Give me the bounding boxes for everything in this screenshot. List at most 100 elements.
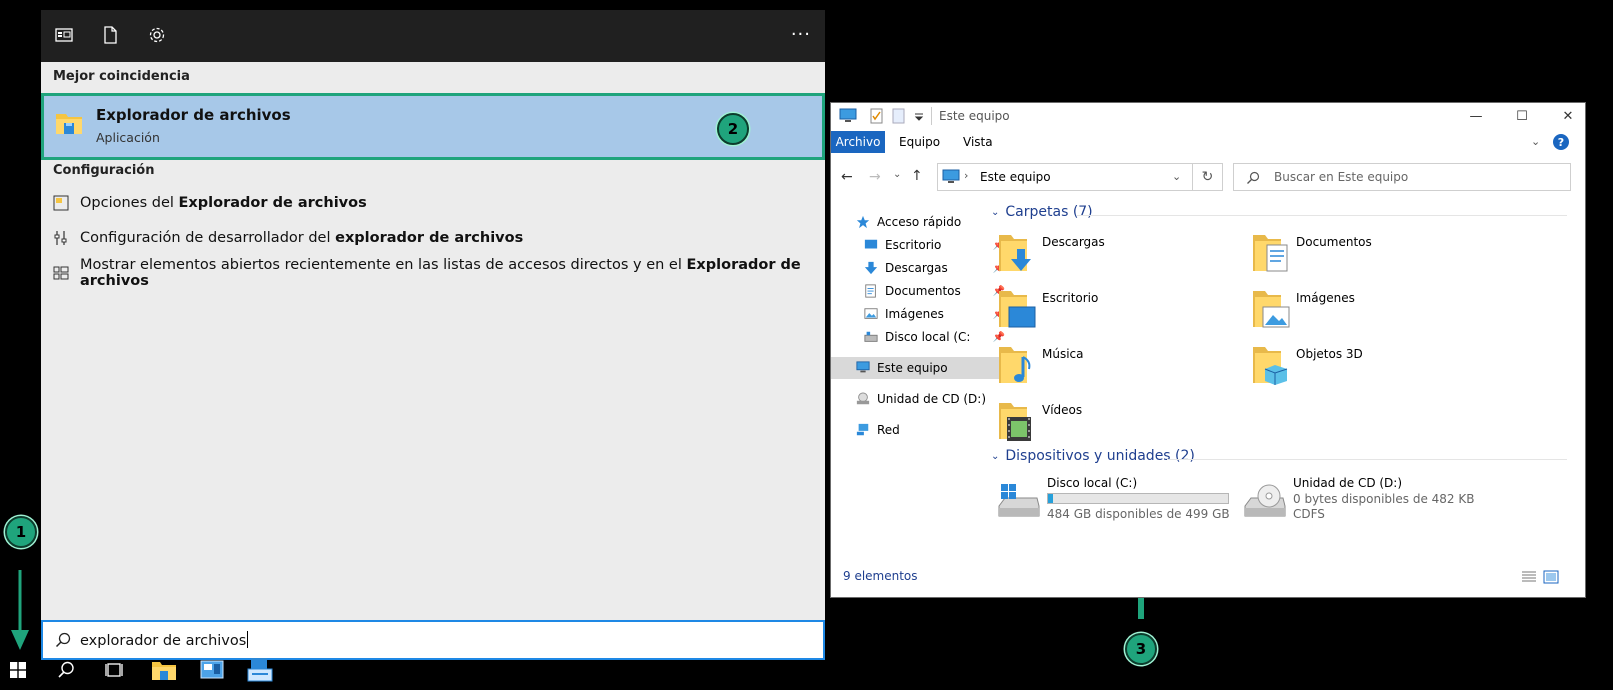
apps-icon[interactable]	[53, 24, 79, 50]
download-icon	[863, 260, 879, 276]
address-dropdown-icon[interactable]: ⌄	[1172, 170, 1181, 183]
chevron-down-icon: ⌄	[991, 206, 1000, 218]
maximize-button[interactable]: ☐	[1511, 106, 1533, 126]
best-match-item[interactable]: Explorador de archivos Aplicación 2	[41, 93, 825, 160]
folder-videos[interactable]: Vídeos	[997, 399, 1197, 451]
customize-toolbar-icon[interactable]	[913, 108, 925, 124]
cd-drive-icon	[855, 391, 871, 407]
start-toolbar: ···	[41, 10, 825, 62]
back-arrow-icon[interactable]: ←	[841, 169, 853, 185]
drives-group-header[interactable]: ⌄ Dispositivos y unidades (2)	[991, 448, 1195, 464]
folder-musica[interactable]: Música	[997, 343, 1197, 395]
breadcrumb-chevron-icon: ›	[964, 169, 969, 182]
navigation-bar: ← → ⌄ ↑ › Este equipo ⌄ ↻ Buscar en Este…	[831, 159, 1585, 193]
ribbon-tabs: Archivo Equipo Vista ⌄ ?	[831, 131, 1585, 153]
chevron-down-icon[interactable]: ⌄	[1531, 135, 1540, 148]
tab-equipo[interactable]: Equipo	[889, 131, 950, 153]
nav-item-descargas[interactable]: Descargas 📌	[831, 257, 1009, 279]
search-icon[interactable]	[50, 655, 82, 685]
search-input[interactable]: explorador de archivos	[80, 631, 249, 649]
tab-vista[interactable]: Vista	[953, 131, 1003, 153]
folder-objetos-3d[interactable]: Objetos 3D	[1251, 343, 1451, 395]
file-explorer-icon[interactable]	[148, 655, 180, 685]
this-pc-icon	[839, 108, 857, 124]
forward-arrow-icon[interactable]: →	[869, 169, 881, 185]
this-pc-icon	[942, 169, 960, 185]
network-share-icon[interactable]	[244, 655, 276, 685]
down-arrow-icon	[11, 570, 29, 650]
minimize-button[interactable]: —	[1465, 106, 1487, 126]
group-divider	[1077, 215, 1567, 216]
local-disk-icon	[997, 482, 1041, 522]
documents-icon	[863, 283, 879, 299]
nav-item-escritorio[interactable]: Escritorio 📌	[831, 234, 1009, 256]
explorer-search-box[interactable]: Buscar en Este equipo	[1233, 163, 1571, 191]
folder-options-icon	[53, 195, 69, 211]
window-title: Este equipo	[939, 109, 1010, 123]
more-options-button[interactable]: ···	[791, 24, 811, 45]
best-match-title: Explorador de archivos	[96, 106, 291, 124]
config-header: Configuración	[53, 163, 155, 178]
config-item-folder-options[interactable]: Opciones del Explorador de archivos	[53, 188, 813, 218]
best-match-subtitle: Aplicación	[96, 130, 160, 145]
documents-folder-icon	[1251, 231, 1291, 277]
nav-item-red[interactable]: Red	[831, 419, 1001, 441]
task-view-icon[interactable]	[98, 655, 130, 685]
close-button[interactable]: ✕	[1557, 106, 1579, 126]
desktop-icon	[863, 237, 879, 253]
nav-item-acceso-rapido[interactable]: Acceso rápido	[831, 211, 1001, 233]
folder-documentos[interactable]: Documentos	[1251, 231, 1451, 283]
title-bar: Este equipo — ☐ ✕	[831, 103, 1585, 129]
star-icon	[855, 214, 871, 230]
drive-free-space: 0 bytes disponibles de 482 KB	[1293, 492, 1475, 506]
properties-icon[interactable]	[869, 108, 885, 124]
address-path: Este equipo	[980, 170, 1051, 184]
nav-item-documentos[interactable]: Documentos 📌	[831, 280, 1009, 302]
drive-local-c[interactable]: Disco local (C:) 484 GB disponibles de 4…	[997, 476, 1237, 532]
start-layout-icon	[53, 265, 69, 281]
taskbar-search-box[interactable]: explorador de archivos	[41, 620, 825, 660]
help-icon[interactable]: ?	[1553, 134, 1569, 150]
address-bar[interactable]: › Este equipo ⌄	[937, 163, 1193, 191]
drive-free-space: 484 GB disponibles de 499 GB	[1047, 507, 1230, 521]
details-view-icon[interactable]	[1521, 569, 1537, 583]
document-icon[interactable]	[99, 24, 125, 50]
recent-locations-icon[interactable]: ⌄	[893, 169, 901, 180]
step-badge-2: 2	[717, 113, 749, 145]
up-arrow-nav-icon[interactable]: ↑	[911, 168, 923, 184]
downloads-folder-icon	[997, 231, 1037, 277]
navigation-pane: Acceso rápido Escritorio 📌 Descargas 📌 D…	[831, 207, 1005, 567]
config-item-recent-items[interactable]: Mostrar elementos abiertos recientemente…	[53, 257, 813, 289]
search-icon	[1246, 170, 1260, 184]
refresh-button[interactable]: ↻	[1193, 163, 1223, 191]
nav-item-unidad-cd[interactable]: Unidad de CD (D:)	[831, 388, 1001, 410]
server-manager-icon[interactable]	[196, 655, 228, 685]
tab-archivo[interactable]: Archivo	[831, 131, 885, 153]
folder-descargas[interactable]: Descargas	[997, 231, 1197, 283]
large-icons-view-icon[interactable]	[1543, 569, 1559, 584]
search-placeholder: Buscar en Este equipo	[1274, 170, 1409, 184]
desktop-folder-icon	[997, 287, 1037, 333]
nav-item-este-equipo[interactable]: Este equipo	[831, 357, 1001, 379]
start-search-panel: ··· Mejor coincidencia Explorador de arc…	[41, 10, 825, 660]
folder-escritorio[interactable]: Escritorio	[997, 287, 1197, 339]
nav-item-imagenes[interactable]: Imágenes 📌	[831, 303, 1009, 325]
developer-settings-icon	[53, 230, 69, 246]
step-badge-3: 3	[1125, 633, 1157, 665]
config-item-label: Opciones del Explorador de archivos	[80, 195, 367, 211]
nav-item-disco-local[interactable]: Disco local (C: 📌	[831, 326, 1009, 348]
windows-start-icon[interactable]	[2, 655, 34, 685]
folder-imagenes[interactable]: Imágenes	[1251, 287, 1451, 339]
settings-gear-icon[interactable]	[146, 24, 172, 50]
folders-group-header[interactable]: ⌄ Carpetas (7)	[991, 204, 1093, 220]
videos-folder-icon	[997, 399, 1037, 445]
drive-cd-d[interactable]: Unidad de CD (D:) 0 bytes disponibles de…	[1243, 476, 1483, 532]
new-folder-icon[interactable]	[891, 108, 907, 124]
this-pc-icon	[855, 360, 871, 376]
config-item-label: Configuración de desarrollador del explo…	[80, 230, 524, 246]
config-item-developer-settings[interactable]: Configuración de desarrollador del explo…	[53, 223, 813, 253]
pictures-folder-icon	[1251, 287, 1291, 333]
music-folder-icon	[997, 343, 1037, 389]
file-explorer-icon	[54, 108, 84, 138]
cd-drive-icon	[1243, 482, 1287, 522]
